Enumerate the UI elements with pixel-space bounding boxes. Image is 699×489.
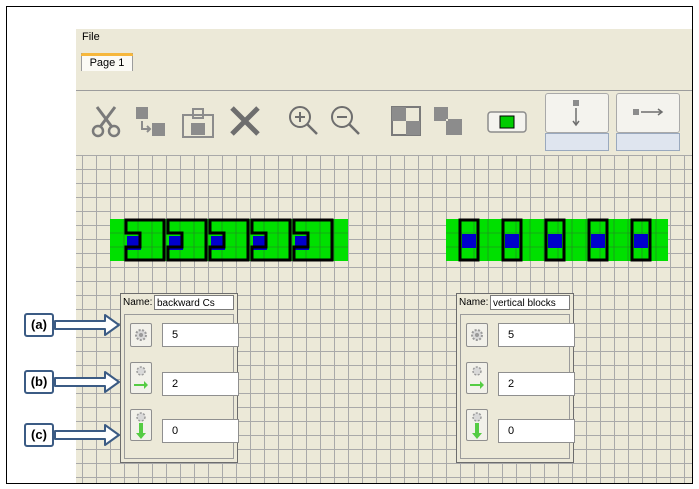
arrow-b-icon bbox=[54, 371, 120, 393]
arrow-c-icon bbox=[54, 424, 120, 446]
figure-frame: File Page 1 Name: backward Cs 5 2 0 Name… bbox=[6, 6, 693, 484]
arrow-a-icon bbox=[54, 314, 120, 336]
callout-arrows bbox=[54, 314, 120, 446]
